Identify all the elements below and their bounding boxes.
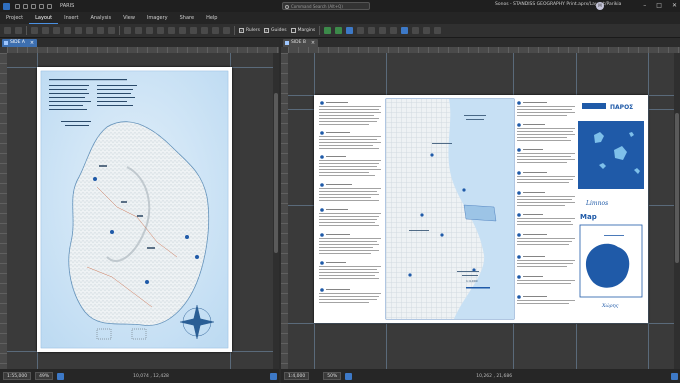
- tab-side-b[interactable]: SIDE B ×: [283, 39, 319, 47]
- link-icon[interactable]: [434, 27, 442, 34]
- close-icon[interactable]: ×: [311, 39, 315, 47]
- layout-icon: [4, 41, 8, 45]
- vertical-ruler[interactable]: [281, 53, 288, 369]
- group-icon[interactable]: [212, 27, 219, 34]
- command-search-input[interactable]: Command Search (Alt+Q): [282, 2, 370, 10]
- fit-page-icon[interactable]: [345, 372, 353, 380]
- arrow-left-icon[interactable]: [97, 27, 104, 34]
- print-icon[interactable]: [335, 27, 343, 34]
- ribbon-toolbar: ✓ Rulers ✓ Guides Margins: [0, 24, 680, 38]
- cursor-coordinates: 10,074 , 12,428: [133, 373, 169, 379]
- map-heading: Map: [580, 213, 597, 221]
- maximize-icon[interactable]: □: [656, 2, 662, 9]
- save-icon[interactable]: [31, 3, 36, 9]
- project-name[interactable]: PARIS: [60, 3, 74, 9]
- redo-icon[interactable]: [47, 3, 52, 9]
- forward-icon[interactable]: [390, 27, 398, 34]
- back-icon[interactable]: [379, 27, 387, 34]
- properties-icon[interactable]: [357, 27, 365, 34]
- brand-logo-2: ΠΑΡΟΣ: [610, 104, 633, 111]
- tab-side-a[interactable]: SIDE A ×: [2, 39, 38, 47]
- vertical-ruler[interactable]: [0, 53, 7, 369]
- arrow-up-icon[interactable]: [86, 27, 93, 34]
- map-scale-text: 1:4,000: [466, 279, 478, 283]
- new-icon[interactable]: [15, 3, 20, 9]
- full-extent-icon[interactable]: [53, 27, 60, 34]
- select-all-icon[interactable]: [168, 27, 175, 34]
- export-icon[interactable]: [324, 27, 332, 34]
- layout-page-side-b[interactable]: 1:4,000 ΠΑΡΟΣ Limnos Map Χώρης: [314, 95, 648, 323]
- map-side-a: [40, 70, 229, 349]
- rulers-checkbox[interactable]: ✓ Rulers: [239, 28, 260, 33]
- arrow-right-icon[interactable]: [108, 27, 115, 34]
- layout-icon: [285, 41, 289, 45]
- layout-page-side-a[interactable]: [37, 67, 232, 352]
- menu-analysis[interactable]: Analysis: [84, 12, 117, 24]
- undo-icon[interactable]: [39, 3, 44, 9]
- status-bar-side-a: 1:55,000 49% 10,074 , 12,428: [0, 369, 279, 383]
- app-logo-icon: [3, 2, 10, 10]
- snap-icon[interactable]: [423, 27, 431, 34]
- margins-checkbox[interactable]: Margins: [290, 28, 315, 33]
- paste-icon[interactable]: [190, 27, 197, 34]
- window-controls: – □ ✕: [643, 2, 677, 9]
- delete-icon[interactable]: [201, 27, 208, 34]
- menu-view[interactable]: View: [117, 12, 141, 24]
- map-frame-icon[interactable]: [135, 27, 142, 34]
- layout-canvas[interactable]: 1:4,000 ΠΑΡΟΣ Limnos Map Χώρης: [288, 53, 674, 369]
- avatar[interactable]: M: [596, 2, 604, 10]
- capital-label: Χώρης: [601, 302, 619, 309]
- menu-layout[interactable]: Layout: [29, 12, 59, 24]
- zoom-field[interactable]: 50%: [323, 372, 342, 380]
- layout-pane-side-b: SIDE B × 1:4,000 ΠΑΡΟΣ Limnos Map Χώρης …: [281, 38, 680, 383]
- align-icon[interactable]: [223, 27, 230, 34]
- scale-field[interactable]: 1:55,000: [3, 372, 32, 380]
- menu-share[interactable]: Share: [174, 12, 200, 24]
- layout-canvas[interactable]: [7, 53, 273, 369]
- search-icon: [285, 4, 289, 9]
- quick-access-toolbar: [15, 3, 52, 9]
- copy-icon[interactable]: [179, 27, 186, 34]
- vertical-scrollbar[interactable]: [674, 53, 680, 369]
- pan-tool-icon[interactable]: [15, 27, 22, 34]
- zoom-in-icon[interactable]: [31, 27, 38, 34]
- vertical-scrollbar[interactable]: [273, 53, 279, 369]
- select-tool-icon[interactable]: [4, 27, 11, 34]
- zoom-out-icon[interactable]: [42, 27, 49, 34]
- checkbox-checked-icon: ✓: [264, 28, 269, 33]
- close-icon[interactable]: ✕: [672, 2, 677, 9]
- close-icon[interactable]: ×: [30, 39, 34, 47]
- menu-bar: Project Layout Insert Analysis View Imag…: [0, 12, 680, 24]
- arrow-down-icon[interactable]: [75, 27, 82, 34]
- layout-view-icon[interactable]: [401, 27, 409, 34]
- status-bar-side-b: 1:4,000 50% 10,262 , 21,686: [281, 369, 680, 383]
- refresh-icon[interactable]: [671, 372, 678, 380]
- open-icon[interactable]: [23, 3, 28, 9]
- shape-icon[interactable]: [157, 27, 164, 34]
- guides-checkbox[interactable]: ✓ Guides: [264, 28, 287, 33]
- share-icon[interactable]: [346, 27, 354, 34]
- bookmark-icon[interactable]: [124, 27, 131, 34]
- fixed-zoom-icon[interactable]: [64, 27, 71, 34]
- checkbox-checked-icon: ✓: [239, 28, 244, 33]
- grid-icon[interactable]: [412, 27, 420, 34]
- menu-help[interactable]: Help: [200, 12, 223, 24]
- zoom-field[interactable]: 49%: [35, 372, 54, 380]
- cursor-coordinates: 10,262 , 21,686: [476, 373, 513, 379]
- brand-logo-1: Limnos: [585, 200, 608, 207]
- minimize-icon[interactable]: –: [643, 2, 646, 9]
- text-icon[interactable]: [146, 27, 153, 34]
- menu-insert[interactable]: Insert: [58, 12, 84, 24]
- refresh-icon[interactable]: [368, 27, 376, 34]
- refresh-icon[interactable]: [270, 372, 277, 380]
- menu-imagery[interactable]: Imagery: [141, 12, 174, 24]
- fit-page-icon[interactable]: [57, 372, 65, 380]
- layout-pane-side-a: SIDE A × 1:55,000 49% 10,074 , 12,428: [0, 38, 279, 383]
- scale-field[interactable]: 1:4,000: [284, 372, 310, 380]
- menu-project[interactable]: Project: [0, 12, 29, 24]
- checkbox-icon: [290, 28, 296, 33]
- map-side-b: 1:4,000 ΠΑΡΟΣ Limnos Map Χώρης: [319, 98, 644, 320]
